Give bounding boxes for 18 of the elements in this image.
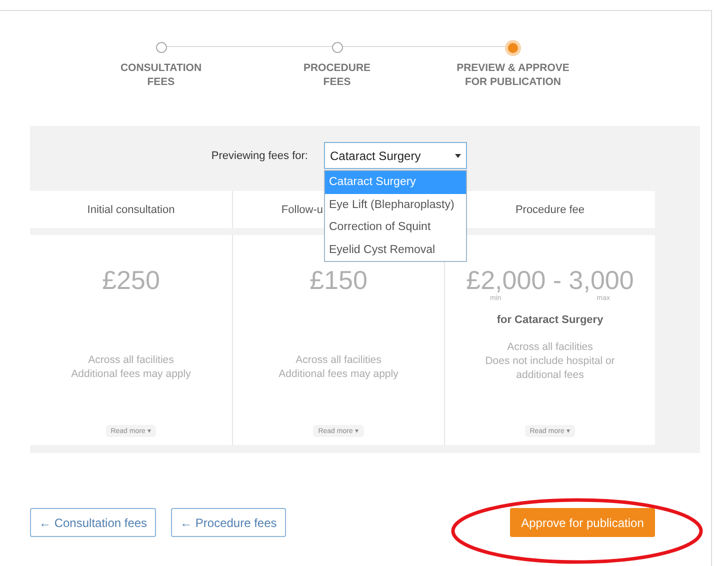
fee-amount: £150	[310, 265, 368, 295]
back-button[interactable]: ← Consultation fees	[30, 508, 156, 537]
fee-note: Across all facilities Additional fees may apply	[278, 353, 400, 381]
fee-header: Initial consultation	[30, 191, 232, 228]
procedure-name: for Cataract Surgery	[496, 314, 604, 326]
fee-note: Across all facilities Additional fees may apply	[70, 353, 192, 381]
fee-amount: £2,000 - 3,000	[466, 265, 634, 295]
step-label: PROCEDURE FEES	[303, 61, 371, 89]
fee-note: Across all facilities Does not include hospital or additional fees	[484, 340, 616, 382]
approve-button[interactable]: Approve for publication	[510, 508, 655, 537]
back-button[interactable]: ← Procedure fees	[171, 508, 286, 537]
dropdown-option[interactable]: Cataract Surgery	[325, 171, 466, 194]
procedure-select[interactable]: Cataract Surgery	[324, 142, 467, 169]
caret-icon	[455, 154, 461, 158]
preview-label: Previewing fees for:	[210, 150, 308, 162]
step-label: PREVIEW & APPROVE FOR PUBLICATION	[456, 61, 570, 89]
fee-amount: £250	[102, 265, 160, 295]
step-label: CONSULTATION FEES	[120, 61, 202, 89]
